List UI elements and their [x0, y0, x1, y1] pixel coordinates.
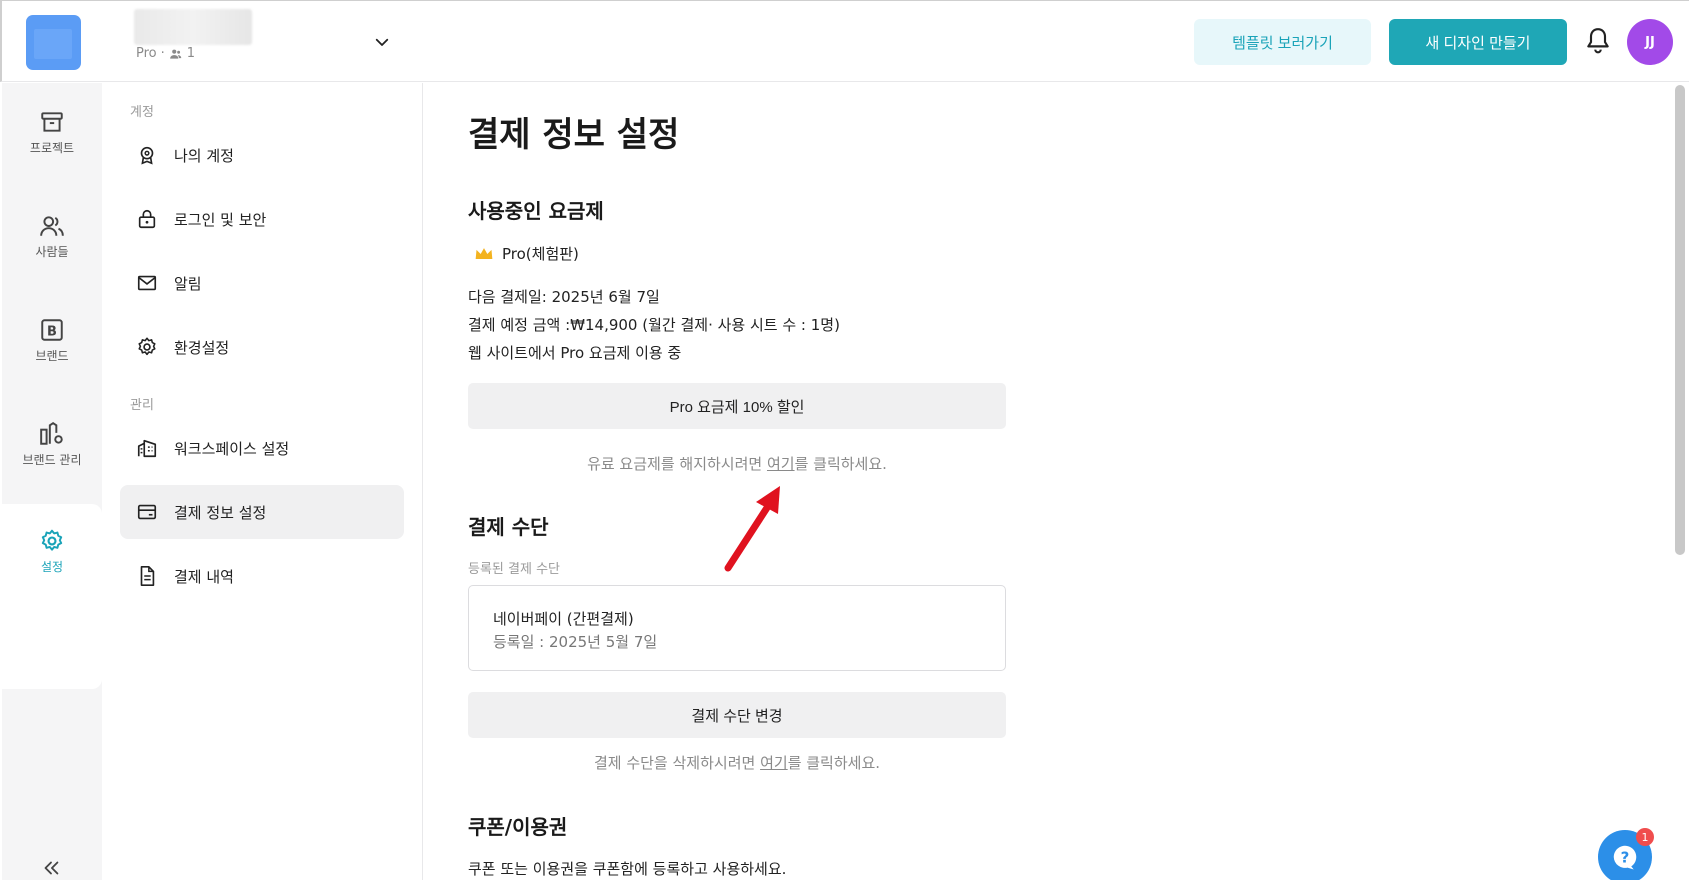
- plan-row: Pro(체험판): [474, 243, 579, 264]
- cancel-note-text-after: 를 클릭하세요.: [794, 455, 887, 473]
- payment-method-title: 결제 수단: [468, 515, 549, 539]
- payment-method-date: 등록일 : 2025년 5월 7일: [493, 633, 658, 651]
- member-count: 1: [186, 46, 196, 61]
- building-icon: [137, 439, 157, 458]
- gear-icon: [138, 337, 156, 356]
- sidebar-item-my-account[interactable]: 나의 계정: [120, 128, 404, 182]
- sidebar-item-label: 로그인 및 보안: [174, 210, 267, 229]
- plan-name: Pro(체험판): [502, 245, 579, 263]
- page-title: 결제 정보 설정: [468, 115, 680, 155]
- rail-label: 브랜드 관리: [22, 453, 82, 467]
- sidebar-item-label: 결제 정보 설정: [174, 503, 267, 522]
- collapse-rail-icon[interactable]: [40, 857, 62, 879]
- cancel-plan-note: 유료 요금제를 해지하시려면 여기를 클릭하세요.: [468, 453, 1006, 474]
- sidebar-item-label: 나의 계정: [174, 146, 234, 165]
- rail-item-brand-manage[interactable]: 브랜드 관리: [2, 421, 102, 468]
- sidebar-item-label: 워크스페이스 설정: [174, 439, 290, 458]
- sidebar-item-billing-settings[interactable]: 결제 정보 설정: [120, 485, 404, 539]
- top-header: Pro · 1 템플릿 보러가기 새 디자인 만들기 JJ: [0, 0, 1689, 82]
- coupon-title: 쿠폰/이용권: [468, 815, 568, 839]
- delete-note-text-after: 를 클릭하세요.: [787, 754, 881, 772]
- archive-icon: [41, 112, 63, 132]
- annotation-arrow: [724, 486, 780, 572]
- rail-item-brand[interactable]: B 브랜드: [2, 317, 102, 364]
- delete-note-text: 결제 수단을 삭제하시려면: [593, 754, 761, 772]
- mail-icon: [137, 275, 157, 291]
- current-plan-title: 사용중인 요금제: [468, 199, 604, 223]
- delete-method-note: 결제 수단을 삭제하시려면 여기를 클릭하세요.: [468, 752, 1006, 773]
- gear-icon: [41, 529, 63, 551]
- settings-sidebar: 계정 나의 계정 로그인 및 보안 알림 환경설정 관리 워크스페이스 설정 결…: [102, 83, 423, 880]
- document-icon: [140, 566, 155, 586]
- sidebar-item-notifications[interactable]: 알림: [120, 256, 404, 310]
- brand-b-icon: B: [41, 319, 63, 341]
- cancel-note-text: 유료 요금제를 해지하시려면: [587, 455, 767, 473]
- brand-manage-icon: [40, 421, 63, 445]
- sidebar-item-preferences[interactable]: 환경설정: [120, 320, 404, 374]
- browse-templates-button[interactable]: 템플릿 보러가기: [1194, 19, 1371, 65]
- rail-item-people[interactable]: 사람들: [2, 213, 102, 260]
- plan-source: 웹 사이트에서 Pro 요금제 이용 중: [468, 344, 682, 362]
- sidebar-item-label: 환경설정: [174, 338, 230, 357]
- workspace-plan: Pro: [136, 46, 157, 61]
- sidebar-item-label: 결제 내역: [174, 567, 234, 586]
- left-rail: 프로젝트 사람들 B 브랜드 브랜드 관리 설정: [2, 83, 102, 880]
- payment-method-name: 네이버페이 (간편결제): [493, 610, 634, 628]
- rail-label: 사람들: [35, 245, 69, 259]
- workspace-meta: Pro · 1: [136, 46, 195, 61]
- rail-item-settings[interactable]: 설정: [2, 528, 102, 575]
- user-avatar[interactable]: JJ: [1627, 19, 1673, 65]
- registered-method-label: 등록된 결제 수단: [468, 562, 560, 577]
- help-notification-badge: 1: [1636, 828, 1654, 846]
- workspace-logo[interactable]: [26, 15, 81, 70]
- crown-icon: [475, 247, 493, 259]
- card-icon: [137, 504, 157, 520]
- lock-icon: [138, 209, 156, 229]
- cancel-plan-link[interactable]: 여기: [767, 455, 795, 473]
- coupon-description: 쿠폰 또는 이용권을 쿠폰함에 등록하고 사용하세요.: [468, 860, 787, 878]
- separator-dot: ·: [160, 46, 165, 61]
- people-icon: [40, 216, 64, 236]
- change-payment-method-button[interactable]: 결제 수단 변경: [468, 692, 1006, 738]
- members-icon: [169, 49, 182, 59]
- workspace-name-redacted: [134, 9, 252, 45]
- section-label-manage: 관리: [130, 398, 154, 413]
- payment-method-card: 네이버페이 (간편결제) 등록일 : 2025년 5월 7일: [468, 585, 1006, 671]
- new-design-button[interactable]: 새 디자인 만들기: [1389, 19, 1567, 65]
- rail-label: 설정: [40, 560, 64, 574]
- sidebar-item-billing-history[interactable]: 결제 내역: [120, 549, 404, 603]
- badge-icon: [140, 146, 154, 165]
- logo-mark: [34, 29, 72, 59]
- sidebar-item-login-security[interactable]: 로그인 및 보안: [120, 192, 404, 246]
- next-payment-date: 다음 결제일: 2025년 6월 7일: [468, 288, 660, 306]
- section-label-account: 계정: [130, 105, 154, 120]
- svg-text:?: ?: [1621, 849, 1630, 867]
- pro-discount-button[interactable]: Pro 요금제 10% 할인: [468, 383, 1006, 429]
- question-chat-icon: ?: [1613, 845, 1637, 870]
- payment-amount: 결제 예정 금액 :₩14,900 (월간 결제· 사용 시트 수 : 1명): [468, 316, 840, 334]
- sidebar-item-label: 알림: [174, 274, 202, 293]
- delete-method-link[interactable]: 여기: [760, 754, 788, 772]
- svg-text:B: B: [47, 324, 57, 339]
- rail-label: 브랜드: [35, 349, 69, 363]
- sidebar-item-workspace-settings[interactable]: 워크스페이스 설정: [120, 421, 404, 475]
- rail-label: 프로젝트: [29, 141, 75, 155]
- chevron-down-icon[interactable]: [373, 33, 391, 51]
- rail-item-projects[interactable]: 프로젝트: [2, 109, 102, 156]
- scrollbar[interactable]: [1675, 85, 1685, 555]
- bell-icon[interactable]: [1585, 27, 1611, 55]
